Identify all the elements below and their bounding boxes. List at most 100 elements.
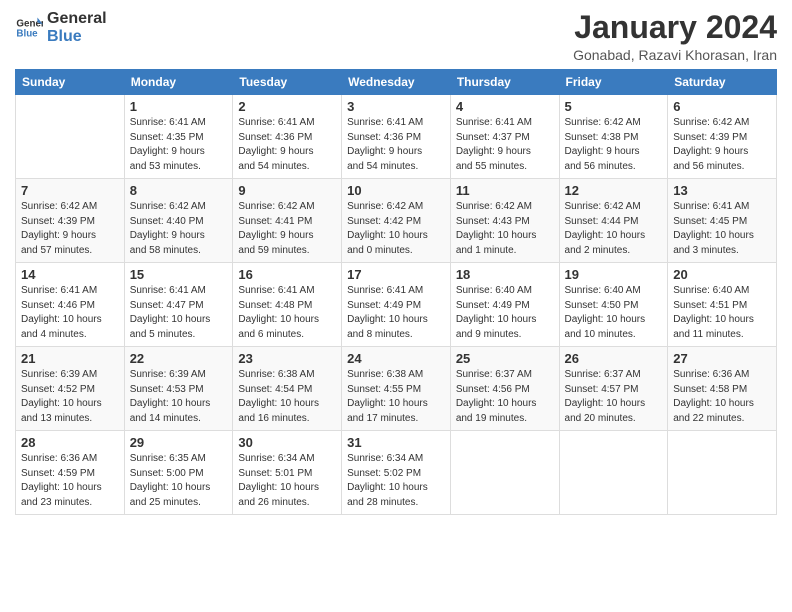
day-info: Sunrise: 6:42 AMSunset: 4:40 PMDaylight:… — [130, 200, 228, 258]
day-number: 14 — [21, 267, 119, 282]
calendar-cell: 5Sunrise: 6:42 AMSunset: 4:38 PMDaylight… — [559, 95, 668, 179]
day-info: Sunrise: 6:36 AMSunset: 4:58 PMDaylight:… — [673, 368, 771, 426]
calendar-cell: 26 Sunrise: 6:37 AMSunset: 4:57 PMDayligh… — [559, 347, 668, 431]
day-number: 7 — [21, 183, 119, 198]
day-info: Sunrise: 6:37 AMSunset: 4:57 PMDaylight:… — [565, 368, 663, 426]
calendar-cell: 9 Sunrise: 6:42 AMSunset: 4:41 PMDaylight… — [233, 179, 342, 263]
day-info: Sunrise: 6:41 AMSunset: 4:36 PMDaylight:… — [347, 116, 445, 174]
weekday-header-monday: Monday — [124, 70, 233, 95]
day-info: Sunrise: 6:41 AMSunset: 4:47 PMDaylight:… — [130, 284, 228, 342]
calendar-cell: 2 Sunrise: 6:41 AMSunset: 4:36 PMDaylight… — [233, 95, 342, 179]
logo-blue-text: Blue — [47, 28, 107, 46]
calendar-cell — [16, 95, 125, 179]
calendar-title: January 2024 — [573, 10, 777, 45]
day-info: Sunrise: 6:37 AMSunset: 4:56 PMDaylight:… — [456, 368, 554, 426]
day-number: 6 — [673, 99, 771, 114]
day-info: Sunrise: 6:40 AMSunset: 4:50 PMDaylight:… — [565, 284, 663, 342]
weekday-header-friday: Friday — [559, 70, 668, 95]
day-number: 29 — [130, 435, 228, 450]
day-info: Sunrise: 6:42 AMSunset: 4:42 PMDaylight:… — [347, 200, 445, 258]
weekday-header-sunday: Sunday — [16, 70, 125, 95]
calendar-cell: 11Sunrise: 6:42 AMSunset: 4:43 PMDayligh… — [450, 179, 559, 263]
week-row-5: 28 Sunrise: 6:36 AMSunset: 4:59 PMDayligh… — [16, 431, 777, 515]
day-number: 28 — [21, 435, 119, 450]
day-info: Sunrise: 6:42 AMSunset: 4:38 PMDaylight:… — [565, 116, 663, 174]
day-number: 12 — [565, 183, 663, 198]
calendar-cell: 25 Sunrise: 6:37 AMSunset: 4:56 PMDayligh… — [450, 347, 559, 431]
logo: General Blue General Blue — [15, 10, 107, 45]
week-row-2: 7Sunrise: 6:42 AMSunset: 4:39 PMDaylight… — [16, 179, 777, 263]
day-number: 30 — [238, 435, 336, 450]
day-info: Sunrise: 6:41 AMSunset: 4:49 PMDaylight:… — [347, 284, 445, 342]
weekday-header-wednesday: Wednesday — [342, 70, 451, 95]
calendar-cell: 22 Sunrise: 6:39 AMSunset: 4:53 PMDayligh… — [124, 347, 233, 431]
day-number: 10 — [347, 183, 445, 198]
calendar-cell: 8 Sunrise: 6:42 AMSunset: 4:40 PMDaylight… — [124, 179, 233, 263]
day-info: Sunrise: 6:34 AMSunset: 5:02 PMDaylight:… — [347, 452, 445, 510]
calendar-cell: 1Sunrise: 6:41 AMSunset: 4:35 PMDaylight… — [124, 95, 233, 179]
calendar-cell: 29 Sunrise: 6:35 AMSunset: 5:00 PMDayligh… — [124, 431, 233, 515]
day-number: 26 — [565, 351, 663, 366]
calendar-cell: 21 Sunrise: 6:39 AMSunset: 4:52 PMDayligh… — [16, 347, 125, 431]
day-info: Sunrise: 6:42 AMSunset: 4:44 PMDaylight:… — [565, 200, 663, 258]
calendar-cell: 30 Sunrise: 6:34 AMSunset: 5:01 PMDayligh… — [233, 431, 342, 515]
calendar-cell: 13 Sunrise: 6:41 AMSunset: 4:45 PMDayligh… — [668, 179, 777, 263]
day-number: 16 — [238, 267, 336, 282]
weekday-header-saturday: Saturday — [668, 70, 777, 95]
day-number: 24 — [347, 351, 445, 366]
calendar-page: General Blue General Blue January 2024 G… — [0, 0, 792, 612]
day-number: 22 — [130, 351, 228, 366]
day-info: Sunrise: 6:35 AMSunset: 5:00 PMDaylight:… — [130, 452, 228, 510]
day-number: 15 — [130, 267, 228, 282]
day-info: Sunrise: 6:38 AMSunset: 4:54 PMDaylight:… — [238, 368, 336, 426]
svg-text:Blue: Blue — [16, 28, 38, 39]
day-number: 18 — [456, 267, 554, 282]
day-number: 23 — [238, 351, 336, 366]
day-info: Sunrise: 6:36 AMSunset: 4:59 PMDaylight:… — [21, 452, 119, 510]
day-info: Sunrise: 6:39 AMSunset: 4:53 PMDaylight:… — [130, 368, 228, 426]
day-info: Sunrise: 6:41 AMSunset: 4:48 PMDaylight:… — [238, 284, 336, 342]
calendar-cell: 24Sunrise: 6:38 AMSunset: 4:55 PMDayligh… — [342, 347, 451, 431]
calendar-cell: 3Sunrise: 6:41 AMSunset: 4:36 PMDaylight… — [342, 95, 451, 179]
day-number: 2 — [238, 99, 336, 114]
weekday-header-tuesday: Tuesday — [233, 70, 342, 95]
calendar-cell: 17 Sunrise: 6:41 AMSunset: 4:49 PMDayligh… — [342, 263, 451, 347]
week-row-4: 21 Sunrise: 6:39 AMSunset: 4:52 PMDayligh… — [16, 347, 777, 431]
day-number: 17 — [347, 267, 445, 282]
day-info: Sunrise: 6:42 AMSunset: 4:39 PMDaylight:… — [673, 116, 771, 174]
calendar-cell: 23 Sunrise: 6:38 AMSunset: 4:54 PMDayligh… — [233, 347, 342, 431]
logo-icon: General Blue — [15, 14, 43, 42]
day-number: 21 — [21, 351, 119, 366]
calendar-cell: 27 Sunrise: 6:36 AMSunset: 4:58 PMDayligh… — [668, 347, 777, 431]
week-row-3: 14 Sunrise: 6:41 AMSunset: 4:46 PMDayligh… — [16, 263, 777, 347]
day-info: Sunrise: 6:41 AMSunset: 4:36 PMDaylight:… — [238, 116, 336, 174]
logo-general-text: General — [47, 10, 107, 28]
calendar-table: SundayMondayTuesdayWednesdayThursdayFrid… — [15, 69, 777, 515]
day-number: 31 — [347, 435, 445, 450]
calendar-cell: 12 Sunrise: 6:42 AMSunset: 4:44 PMDayligh… — [559, 179, 668, 263]
day-info: Sunrise: 6:42 AMSunset: 4:41 PMDaylight:… — [238, 200, 336, 258]
day-info: Sunrise: 6:39 AMSunset: 4:52 PMDaylight:… — [21, 368, 119, 426]
calendar-cell: 16 Sunrise: 6:41 AMSunset: 4:48 PMDayligh… — [233, 263, 342, 347]
calendar-cell: 28 Sunrise: 6:36 AMSunset: 4:59 PMDayligh… — [16, 431, 125, 515]
calendar-cell: 4Sunrise: 6:41 AMSunset: 4:37 PMDaylight… — [450, 95, 559, 179]
day-info: Sunrise: 6:41 AMSunset: 4:46 PMDaylight:… — [21, 284, 119, 342]
calendar-cell: 15 Sunrise: 6:41 AMSunset: 4:47 PMDayligh… — [124, 263, 233, 347]
day-number: 1 — [130, 99, 228, 114]
day-number: 25 — [456, 351, 554, 366]
day-info: Sunrise: 6:40 AMSunset: 4:49 PMDaylight:… — [456, 284, 554, 342]
calendar-cell: 10 Sunrise: 6:42 AMSunset: 4:42 PMDayligh… — [342, 179, 451, 263]
day-number: 4 — [456, 99, 554, 114]
calendar-cell: 6 Sunrise: 6:42 AMSunset: 4:39 PMDaylight… — [668, 95, 777, 179]
day-number: 13 — [673, 183, 771, 198]
day-info: Sunrise: 6:41 AMSunset: 4:45 PMDaylight:… — [673, 200, 771, 258]
calendar-subtitle: Gonabad, Razavi Khorasan, Iran — [573, 47, 777, 63]
day-number: 8 — [130, 183, 228, 198]
day-number: 9 — [238, 183, 336, 198]
day-number: 27 — [673, 351, 771, 366]
calendar-cell: 7Sunrise: 6:42 AMSunset: 4:39 PMDaylight… — [16, 179, 125, 263]
day-number: 19 — [565, 267, 663, 282]
day-info: Sunrise: 6:34 AMSunset: 5:01 PMDaylight:… — [238, 452, 336, 510]
calendar-cell: 31 Sunrise: 6:34 AMSunset: 5:02 PMDayligh… — [342, 431, 451, 515]
day-number: 11 — [456, 183, 554, 198]
